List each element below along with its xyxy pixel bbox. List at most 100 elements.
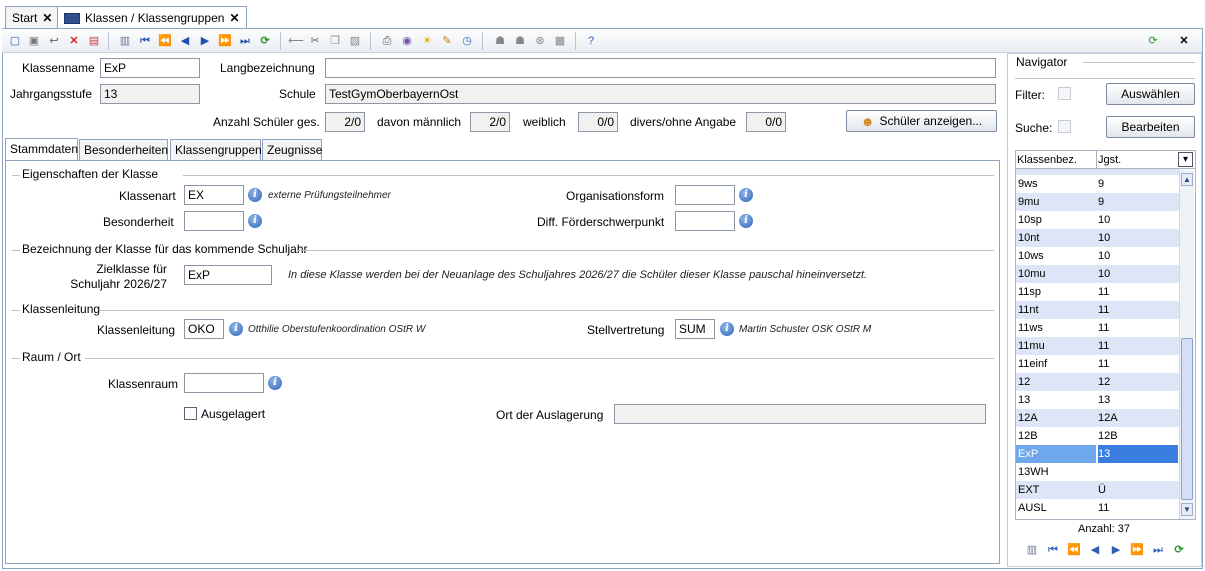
table-row[interactable]: 9mu 9 <box>1016 193 1179 211</box>
close-icon[interactable]: ✕ <box>42 11 52 25</box>
ort-auslagerung-field[interactable] <box>614 404 986 424</box>
jahrgangsstufe-field[interactable]: 13 <box>100 84 200 104</box>
previous-icon[interactable]: ◀ <box>177 33 193 49</box>
klassenname-field[interactable]: ExP <box>100 58 200 78</box>
table-row[interactable]: EXT Ü <box>1016 481 1179 499</box>
info-icon[interactable]: i <box>720 322 734 336</box>
next-icon[interactable]: ▶ <box>1108 542 1124 558</box>
undo-icon[interactable]: ↩ <box>46 33 62 49</box>
users-icon[interactable]: ☗ <box>492 33 508 49</box>
bearbeiten-button[interactable]: Bearbeiten <box>1106 116 1195 138</box>
print-icon[interactable]: ⎙ <box>379 33 395 49</box>
new-icon[interactable]: ▢ <box>7 33 23 49</box>
delete-form-icon[interactable]: ▤ <box>86 33 102 49</box>
broom-icon[interactable]: ✎ <box>439 33 455 49</box>
info-icon[interactable]: i <box>268 376 282 390</box>
klassenart-field[interactable]: EX <box>184 185 244 205</box>
section-klassenleitung: Klassenleitung <box>22 302 101 316</box>
paste-icon[interactable]: ▧ <box>347 33 363 49</box>
table-row[interactable]: 11sp 11 <box>1016 283 1179 301</box>
column-chooser-icon[interactable]: ▾ <box>1178 152 1193 167</box>
stellvertretung-field[interactable]: SUM <box>675 319 715 339</box>
filter-checkbox[interactable] <box>1058 87 1071 100</box>
tab-klassengruppen[interactable]: Klassengruppen <box>170 139 262 161</box>
info-icon[interactable]: i <box>739 188 753 202</box>
ausgelagert-checkbox[interactable] <box>184 407 197 420</box>
preview-icon[interactable]: ◉ <box>399 33 415 49</box>
delete-icon[interactable]: ✕ <box>66 33 82 49</box>
lightbulb-icon[interactable]: ☀ <box>419 33 435 49</box>
next-icon[interactable]: ▶ <box>197 33 213 49</box>
comment-icon[interactable]: ▩ <box>552 33 568 49</box>
zielklasse-field[interactable]: ExP <box>184 265 272 285</box>
suche-checkbox[interactable] <box>1058 120 1071 133</box>
copy-icon[interactable]: ❐ <box>327 33 343 49</box>
table-row[interactable]: 10mu 10 <box>1016 265 1179 283</box>
table-row[interactable]: 12B 12B <box>1016 427 1179 445</box>
scrollbar[interactable]: ▲ ▼ <box>1179 170 1194 519</box>
orgform-field[interactable] <box>675 185 735 205</box>
first-record-icon[interactable]: ⏮ <box>137 33 153 49</box>
langbezeichnung-field[interactable] <box>325 58 996 78</box>
clock-icon[interactable]: ◷ <box>459 33 475 49</box>
info-icon[interactable]: i <box>248 214 262 228</box>
tab-klassen[interactable]: Klassen / Klassengruppen ✕ <box>57 6 247 29</box>
klassenleitung-field[interactable]: OKO <box>184 319 224 339</box>
script-icon[interactable]: ⊛ <box>532 33 548 49</box>
previous-page-icon[interactable]: ⏪ <box>157 33 173 49</box>
table-row[interactable]: AUSL 11 <box>1016 499 1179 517</box>
table-row[interactable]: 10ws 10 <box>1016 247 1179 265</box>
table-row[interactable]: 11ws 11 <box>1016 319 1179 337</box>
table-row[interactable]: 12A 12A <box>1016 409 1179 427</box>
table-row[interactable]: 13 13 <box>1016 391 1179 409</box>
klassenraum-field[interactable] <box>184 373 264 393</box>
users-group-icon[interactable]: ☗ <box>512 33 528 49</box>
last-record-icon[interactable]: ⏭ <box>237 33 253 49</box>
schueler-anzeigen-button[interactable]: ☻ Schüler anzeigen... <box>846 110 997 132</box>
next-page-icon[interactable]: ⏩ <box>1129 542 1145 558</box>
previous-icon[interactable]: ◀ <box>1087 542 1103 558</box>
info-icon[interactable]: i <box>248 188 262 202</box>
tab-besonderheiten[interactable]: Besonderheiten <box>79 139 168 161</box>
next-page-icon[interactable]: ⏩ <box>217 33 233 49</box>
info-icon[interactable]: i <box>739 214 753 228</box>
sync-icon[interactable]: ⟳ <box>1145 33 1161 49</box>
previous-page-icon[interactable]: ⏪ <box>1066 542 1082 558</box>
schule-field[interactable]: TestGymOberbayernOst <box>325 84 996 104</box>
refresh-icon[interactable]: ⟳ <box>1171 542 1187 558</box>
table-row[interactable]: 10nt 10 <box>1016 229 1179 247</box>
close-icon[interactable]: ✕ <box>229 11 239 25</box>
cell-klassenbez: 12B <box>1018 430 1038 442</box>
table-row[interactable]: 9ws 9 <box>1016 175 1179 193</box>
scroll-down-icon[interactable]: ▼ <box>1181 503 1193 516</box>
table-row[interactable]: 11nt 11 <box>1016 301 1179 319</box>
table-row[interactable]: ExP 13 <box>1016 445 1179 463</box>
help-icon[interactable]: ? <box>583 33 599 49</box>
besonderheit-field[interactable] <box>184 211 244 231</box>
arrow-left-icon[interactable]: ⟵ <box>288 33 304 49</box>
list-icon[interactable]: ▥ <box>1024 542 1040 558</box>
tab-stammdaten[interactable]: Stammdaten <box>5 138 78 162</box>
table-row[interactable]: 12 12 <box>1016 373 1179 391</box>
table-row[interactable]: 13WH <box>1016 463 1179 481</box>
cut-icon[interactable]: ✂ <box>307 33 323 49</box>
refresh-icon[interactable]: ⟳ <box>257 33 273 49</box>
scroll-up-icon[interactable]: ▲ <box>1181 173 1193 186</box>
tab-start[interactable]: Start ✕ <box>5 6 60 28</box>
column-header-klassenbez[interactable]: Klassenbez. <box>1017 154 1077 166</box>
weiblich-field: 0/0 <box>578 112 618 132</box>
table-row[interactable]: 11mu 11 <box>1016 337 1179 355</box>
column-header-jgst[interactable]: Jgst. <box>1098 154 1121 166</box>
tab-zeugnisse[interactable]: Zeugnisse <box>262 139 322 161</box>
scroll-thumb[interactable] <box>1181 338 1193 500</box>
table-row[interactable]: 11einf 11 <box>1016 355 1179 373</box>
list-icon[interactable]: ▥ <box>117 33 133 49</box>
auswaehlen-button[interactable]: Auswählen <box>1106 83 1195 105</box>
info-icon[interactable]: i <box>229 322 243 336</box>
save-icon[interactable]: ▣ <box>26 33 42 49</box>
close-icon[interactable]: ✕ <box>1176 33 1192 49</box>
last-record-icon[interactable]: ⏭ <box>1150 542 1166 558</box>
first-record-icon[interactable]: ⏮ <box>1045 542 1061 558</box>
foerder-field[interactable] <box>675 211 735 231</box>
table-row[interactable]: 10sp 10 <box>1016 211 1179 229</box>
